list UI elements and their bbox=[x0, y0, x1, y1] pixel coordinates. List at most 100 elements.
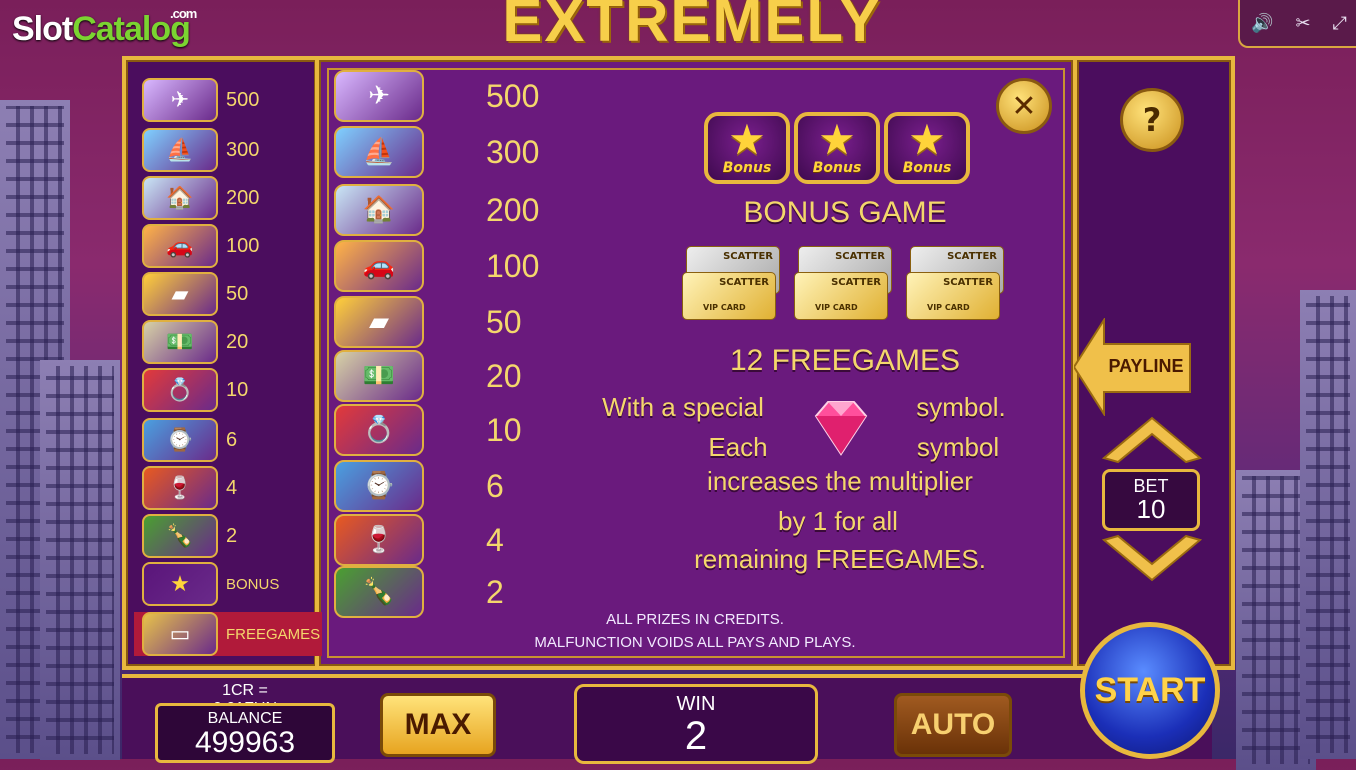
yacht-icon: ⛵ bbox=[334, 126, 424, 178]
close-button[interactable]: ✕ bbox=[996, 78, 1052, 134]
help-button[interactable]: ? bbox=[1120, 88, 1184, 152]
paytable-row: ▰ 50 bbox=[334, 296, 522, 348]
cash-stacks-icon: 💵 bbox=[142, 320, 218, 364]
freegames-text: symbol. bbox=[916, 392, 1006, 422]
top-controls: 🔊 ✂ ⤢ bbox=[1238, 0, 1356, 48]
paytable-row: 🏠 200 bbox=[334, 184, 539, 236]
paytable-row: ▭ FREEGAMES bbox=[134, 612, 322, 656]
prizes-note: ALL PRIZES IN CREDITS. bbox=[606, 611, 784, 628]
paytable-row: 💵 20 bbox=[334, 350, 522, 402]
paytable-row: ⌚ 6 bbox=[142, 418, 237, 462]
paytable-row: 🚗 100 bbox=[334, 240, 539, 292]
paytable-value: 200 bbox=[226, 186, 260, 209]
paytable-value: 100 bbox=[226, 234, 260, 257]
paytable-value: 20 bbox=[226, 330, 249, 353]
paytable-value: 300 bbox=[486, 133, 540, 170]
bonus-symbol: ★ Bonus bbox=[884, 112, 970, 184]
paytable-row: 🍾 2 bbox=[142, 514, 237, 558]
sports-car-icon: 🚗 bbox=[334, 240, 424, 292]
freegames-title: 12 FREEGAMES bbox=[729, 344, 961, 377]
bonus-game-title: BONUS GAME bbox=[743, 196, 947, 229]
paytable-row: ✈ 500 bbox=[142, 78, 259, 122]
paytable-value: 200 bbox=[486, 191, 540, 228]
yacht-icon: ⛵ bbox=[142, 128, 218, 172]
building-right-tall bbox=[1300, 290, 1356, 759]
cognac-icon: 🍷 bbox=[334, 514, 424, 566]
watch-icon: ⌚ bbox=[334, 460, 424, 512]
freegames-text: remaining FREEGAMES. bbox=[694, 544, 986, 574]
ruby-ring-icon: 💍 bbox=[142, 368, 218, 412]
cognac-icon: 🍷 bbox=[142, 466, 218, 510]
speaker-icon[interactable]: 🔊 bbox=[1251, 13, 1273, 34]
paytable-row: 🚗 100 bbox=[142, 224, 259, 268]
paytable-row: ⌚ 6 bbox=[334, 460, 504, 512]
freegames-text: Each bbox=[708, 432, 768, 462]
scatter-symbol: SCATTER SCATTER VIP CARD bbox=[682, 246, 782, 324]
watch-icon: ⌚ bbox=[142, 418, 218, 462]
payline-label: PAYLINE bbox=[1108, 356, 1184, 376]
paytable-row: 🍷 4 bbox=[334, 514, 504, 566]
bonus-star-icon: ★ bbox=[142, 562, 218, 606]
ruby-ring-icon: 💍 bbox=[334, 404, 424, 456]
paytable-row: 🍷 4 bbox=[142, 466, 237, 510]
freegames-text: symbol bbox=[916, 432, 1000, 462]
win-display: WIN 2 bbox=[574, 684, 818, 764]
paytable-row: 💵 20 bbox=[142, 320, 248, 364]
plane-icon: ✈ bbox=[334, 70, 424, 122]
champagne-icon: 🍾 bbox=[142, 514, 218, 558]
paytable-row: 💍 10 bbox=[334, 404, 522, 456]
autoplay-button[interactable]: AUTO bbox=[894, 693, 1012, 757]
paytable-row: ★ BONUS bbox=[142, 562, 279, 606]
paytable-value: 20 bbox=[486, 357, 522, 394]
paytable-value: 6 bbox=[486, 467, 504, 504]
paytable-value: 300 bbox=[226, 138, 260, 161]
bet-down-button[interactable] bbox=[1100, 534, 1204, 584]
paytable-value: 500 bbox=[486, 77, 540, 114]
paytable-row: 🏠 200 bbox=[142, 176, 259, 220]
freegames-text: With a special bbox=[602, 392, 764, 422]
slotcatalog-watermark: SlotCatalog .com bbox=[12, 6, 197, 48]
paytable-row: ▰ 50 bbox=[142, 272, 248, 316]
paytable-row: 💍 10 bbox=[142, 368, 248, 412]
paytable-value: 50 bbox=[226, 282, 249, 305]
paytable-value: 2 bbox=[486, 573, 504, 610]
villa-icon: 🏠 bbox=[334, 184, 424, 236]
cash-stacks-icon: 💵 bbox=[334, 350, 424, 402]
max-bet-button[interactable]: MAX bbox=[380, 693, 496, 757]
paytable-row: ⛵ 300 bbox=[142, 128, 259, 172]
start-button[interactable]: START bbox=[1080, 622, 1220, 759]
tools-icon[interactable]: ✂ bbox=[1295, 13, 1310, 34]
paytable-value: 2 bbox=[226, 524, 238, 547]
scatter-symbol: SCATTER SCATTER VIP CARD bbox=[794, 246, 894, 324]
paytable-value: FREEGAMES bbox=[226, 625, 321, 643]
balance-display: BALANCE 499963 bbox=[155, 703, 335, 763]
expand-icon[interactable]: ⤢ bbox=[1333, 13, 1347, 34]
bonus-symbol: ★ Bonus bbox=[704, 112, 790, 184]
building-left bbox=[40, 360, 120, 760]
paytable-value: 4 bbox=[486, 521, 504, 558]
freegames-text: by 1 for all bbox=[778, 506, 898, 536]
paytable-value: 6 bbox=[226, 428, 238, 451]
scatter-symbol: SCATTER SCATTER VIP CARD bbox=[906, 246, 1006, 324]
villa-icon: 🏠 bbox=[142, 176, 218, 220]
paytable-value: BONUS bbox=[226, 575, 280, 593]
paytable-row: ⛵ 300 bbox=[334, 126, 539, 178]
paytable-value: 4 bbox=[226, 476, 238, 499]
paytable-value: 10 bbox=[226, 378, 249, 401]
paytable-value: 10 bbox=[486, 411, 522, 448]
paytable-row: ✈ 500 bbox=[334, 70, 539, 122]
bet-display: BET 10 bbox=[1102, 469, 1200, 531]
freegames-text: increases the multiplier bbox=[707, 466, 973, 496]
bonus-symbol: ★ Bonus bbox=[794, 112, 880, 184]
gold-bars-icon: ▰ bbox=[334, 296, 424, 348]
gold-bars-icon: ▰ bbox=[142, 272, 218, 316]
paytable-value: 50 bbox=[486, 303, 522, 340]
game-title: EXTREMELY RICH bbox=[502, 0, 882, 123]
bet-up-button[interactable] bbox=[1100, 414, 1204, 464]
paytable-value: 500 bbox=[226, 88, 260, 111]
scatter-card-icon: ▭ bbox=[142, 612, 218, 656]
plane-icon: ✈ bbox=[142, 78, 218, 122]
paytable-value: 100 bbox=[486, 247, 540, 284]
malfunction-note: MALFUNCTION VOIDS ALL PAYS AND PLAYS. bbox=[534, 634, 856, 651]
diamond-icon bbox=[814, 401, 868, 456]
